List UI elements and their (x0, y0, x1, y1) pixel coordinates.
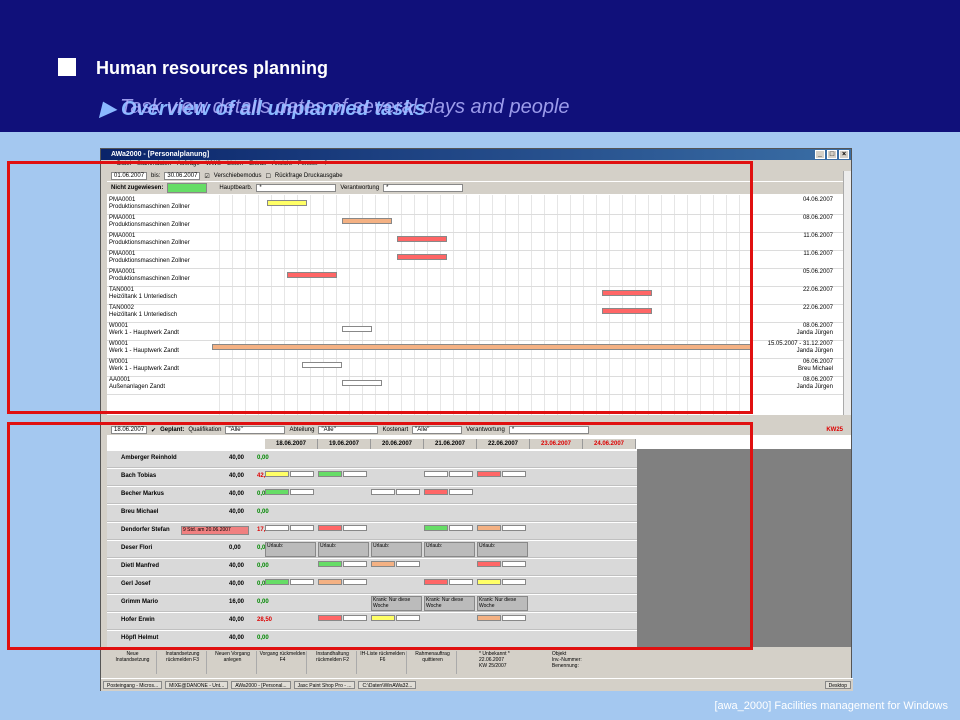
new-process-button[interactable]: Neuen Vorgang anlegen (209, 651, 257, 674)
report-repair-button[interactable]: Instandsetzung rückmelden F3 (159, 651, 207, 674)
report-maintenance-button[interactable]: Instandhaltung rückmelden F2 (309, 651, 357, 674)
task-date: 05.06.2007 (802, 269, 833, 275)
slide-footer: [awa_2000] Facilities management for Win… (714, 700, 948, 712)
info-block: * Unbekannt * 22.06.2007 KW 25/2007 (479, 651, 510, 674)
bullet-square-icon (58, 58, 76, 76)
task-person: Breu Michael (797, 366, 833, 372)
task-date: 22.06.2007 (802, 305, 833, 311)
window-titlebar: AWa2000 - [Personalplanung] _ □ × (101, 149, 851, 160)
task-date: 15.05.2007 - 31.12.2007 (767, 341, 833, 347)
task-date: 08.06.2007 (802, 323, 833, 329)
report-process-button[interactable]: Vorgang rückmelden F4 (259, 651, 307, 674)
task-date: 08.06.2007 (802, 215, 833, 221)
vertical-scrollbar[interactable] (843, 171, 851, 415)
task-date: 11.06.2007 (803, 251, 833, 257)
task-date: 04.06.2007 (802, 197, 833, 203)
taskbar-desktop[interactable]: Desktop (824, 681, 851, 689)
lower-highlight (7, 422, 753, 650)
taskbar-item-mail[interactable]: Posteingang - Micros... (103, 681, 163, 689)
taskbar-item-explorer[interactable]: MIXE@DANONE - Unt... (165, 681, 229, 689)
taskbar-item-awa[interactable]: AWa2000 - [Personal... (231, 681, 291, 689)
task-person: Janda Jürgen (796, 348, 833, 354)
object-block: Objekt Inv.-Nummer: Benennung: (552, 651, 582, 674)
confirm-order-button[interactable]: Rahmenauftrag quittieren (409, 651, 457, 674)
taskbar: Posteingang - Micros... MIXE@DANONE - Un… (101, 678, 853, 691)
task-date: 22.06.2007 (802, 287, 833, 293)
task-person: Janda Jürgen (796, 330, 833, 336)
taskbar-item-folder[interactable]: C:\Daten\WinAWa32... (358, 681, 417, 689)
window-title: AWa2000 - [Personalplanung] (111, 151, 210, 158)
upper-highlight (7, 161, 753, 414)
week-label: KW25 (826, 427, 843, 433)
info-kw: KW 25/2007 (479, 663, 507, 669)
new-repair-button[interactable]: Neue Instandsetzung (109, 651, 157, 674)
slide-title: Human resources planning (96, 58, 329, 78)
slide-banner: Human resources planning ▶ Overview of a… (0, 0, 960, 132)
slide-subtitle-overlay: Task view details dates of several days … (120, 96, 570, 118)
taskbar-item-psp[interactable]: Jasc Paint Shop Pro - ... (293, 681, 356, 689)
minimize-button[interactable]: _ (815, 150, 825, 159)
maximize-button[interactable]: □ (827, 150, 837, 159)
task-date: 08.06.2007 (802, 377, 833, 383)
task-date: 06.06.2007 (802, 359, 833, 365)
close-button[interactable]: × (839, 150, 849, 159)
action-bar: Neue Instandsetzung Instandsetzung rückm… (107, 649, 851, 676)
report-list-button[interactable]: IH-Liste rückmelden F6 (359, 651, 407, 674)
task-person: Janda Jürgen (796, 384, 833, 390)
task-date: 11.06.2007 (803, 233, 833, 239)
name-label: Benennung: (551, 663, 579, 669)
